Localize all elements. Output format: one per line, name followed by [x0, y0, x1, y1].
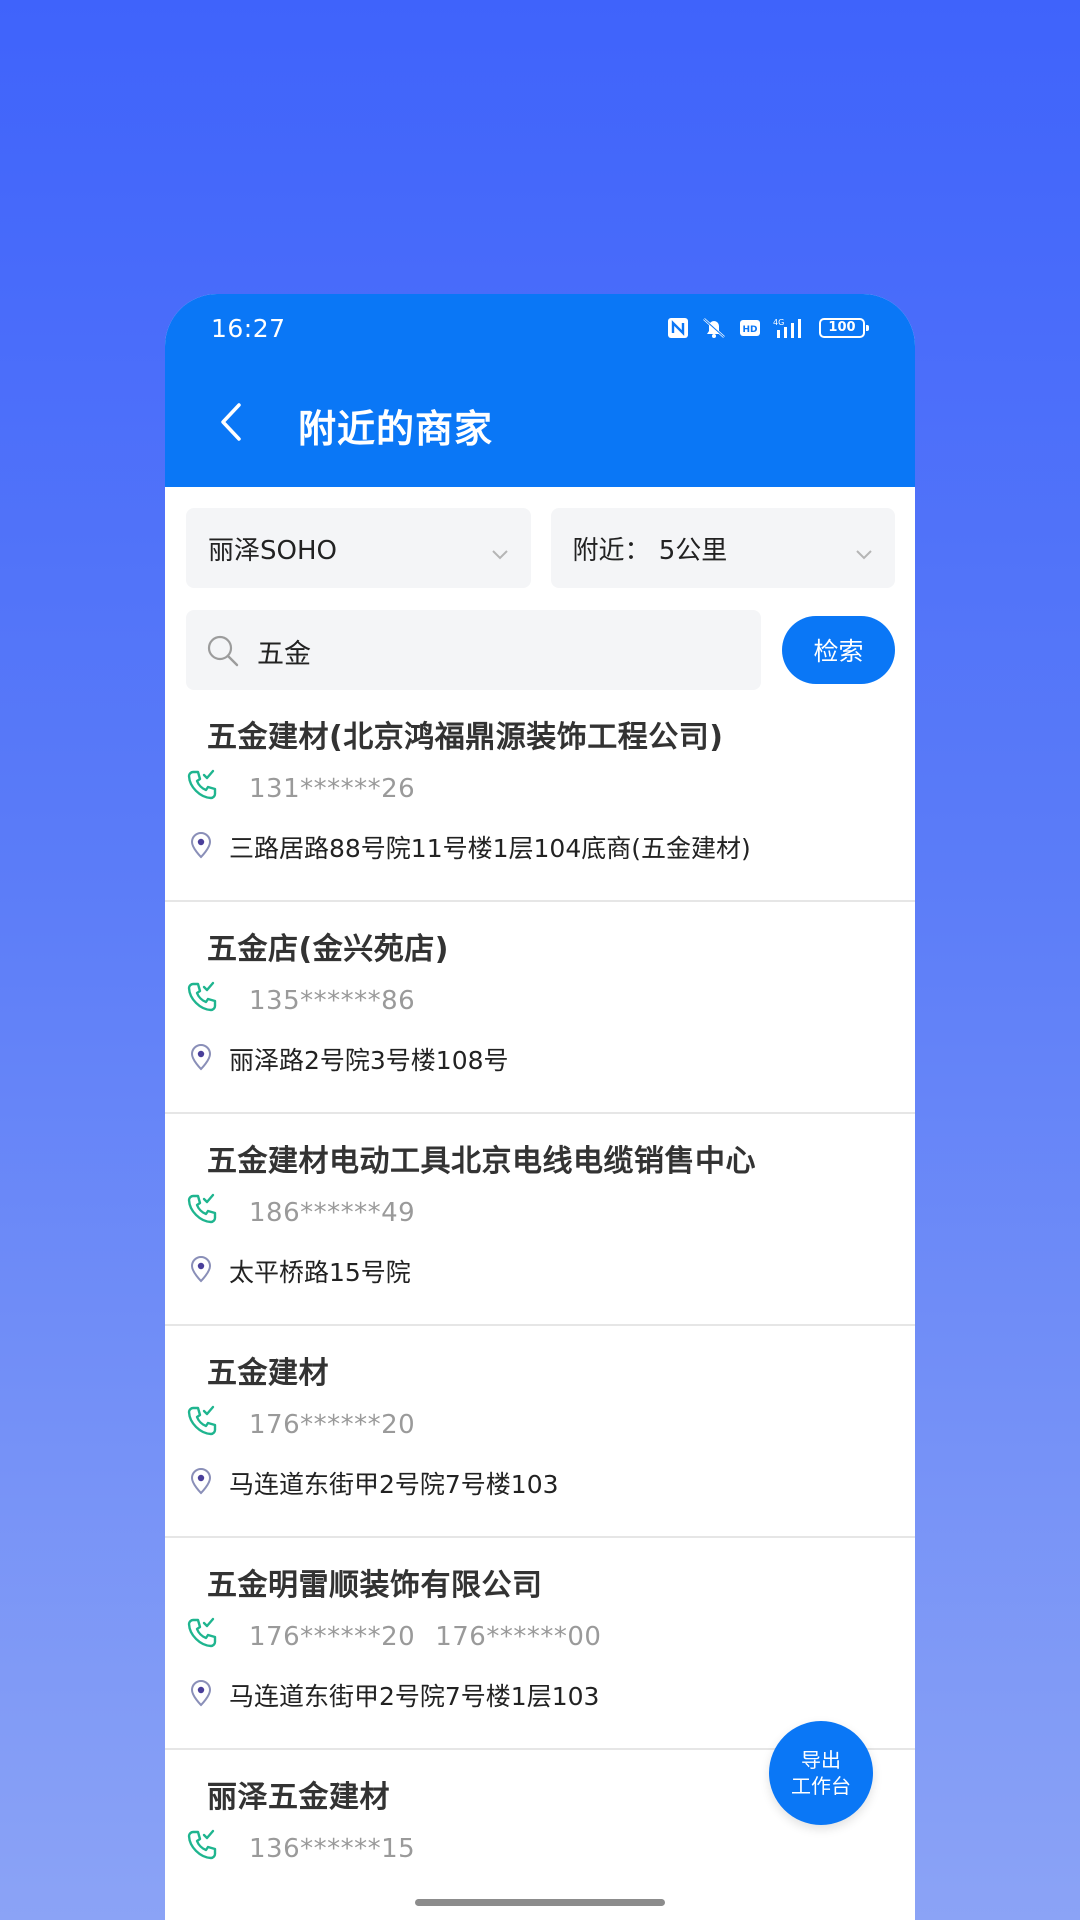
- phone-number[interactable]: 176******20: [249, 1410, 415, 1440]
- search-row: 五金 检索: [186, 610, 895, 690]
- list-item[interactable]: 五金店(金兴苑店) 135******86 丽泽路2号院3号楼108号: [165, 902, 915, 1114]
- merchant-name: 五金建材: [207, 1356, 329, 1391]
- phone-call-icon[interactable]: [185, 1404, 219, 1442]
- location-pin-icon: [189, 1043, 213, 1075]
- merchant-address: 三路居路88号院11号楼1层104底商(五金建材): [229, 834, 751, 863]
- chevron-down-icon: [491, 538, 509, 568]
- svg-text:HD: HD: [742, 325, 757, 335]
- merchant-name: 丽泽五金建材: [207, 1780, 390, 1815]
- status-bar: 16:27 HD 4G 100: [165, 294, 915, 362]
- list-item[interactable]: 五金建材(北京鸿福鼎源装饰工程公司) 131******26 三路居路88号院1…: [165, 690, 915, 902]
- svg-text:4G: 4G: [773, 318, 784, 327]
- fab-label-line2: 工作台: [791, 1774, 851, 1798]
- phone-numbers: 176******20: [249, 1410, 415, 1440]
- back-button[interactable]: [211, 402, 251, 446]
- search-input-value: 五金: [257, 639, 311, 670]
- merchant-address: 太平桥路15号院: [229, 1258, 411, 1287]
- list-item[interactable]: 五金建材 176******20 马连道东街甲2号院7号楼103: [165, 1326, 915, 1538]
- phone-call-icon[interactable]: [185, 1192, 219, 1230]
- signal-4g-icon: 4G: [773, 316, 807, 340]
- status-icons: HD 4G 100: [667, 316, 869, 340]
- search-button[interactable]: 检索: [782, 616, 895, 684]
- status-time: 16:27: [211, 314, 286, 343]
- fab-label-line1: 导出: [801, 1748, 841, 1772]
- phone-numbers: 131******26: [249, 774, 415, 804]
- chevron-left-icon: [219, 402, 243, 446]
- list-item[interactable]: 五金建材电动工具北京电线电缆销售中心 186******49 太平桥路15号院: [165, 1114, 915, 1326]
- merchant-address: 马连道东街甲2号院7号楼103: [229, 1470, 559, 1499]
- app-bar: 附近的商家: [165, 362, 915, 487]
- search-icon: [206, 634, 240, 672]
- merchant-name: 五金明雷顺装饰有限公司: [207, 1568, 543, 1603]
- nfc-icon: [667, 317, 689, 339]
- location-pin-icon: [189, 1255, 213, 1287]
- phone-number[interactable]: 176******00: [435, 1622, 601, 1652]
- merchant-address: 丽泽路2号院3号楼108号: [229, 1046, 509, 1075]
- phone-call-icon[interactable]: [185, 1828, 219, 1866]
- phone-numbers: 135******86: [249, 986, 415, 1016]
- phone-call-icon[interactable]: [185, 768, 219, 806]
- phone-numbers: 176******20 176******00: [249, 1622, 601, 1652]
- hd-icon: HD: [739, 318, 761, 338]
- list-item[interactable]: 五金明雷顺装饰有限公司 176******20 176******00 马连道东街…: [165, 1538, 915, 1750]
- merchant-name: 五金店(金兴苑店): [207, 932, 449, 967]
- export-workbench-button[interactable]: 导出 工作台: [769, 1721, 873, 1825]
- phone-numbers: 186******49: [249, 1198, 415, 1228]
- merchant-name: 五金建材电动工具北京电线电缆销售中心: [207, 1144, 756, 1179]
- phone-call-icon[interactable]: [185, 980, 219, 1018]
- location-dropdown[interactable]: 丽泽SOHO: [186, 508, 531, 588]
- search-input[interactable]: 五金: [186, 610, 761, 690]
- phone-number[interactable]: 176******20: [249, 1622, 415, 1652]
- phone-numbers: 136******15: [249, 1834, 415, 1864]
- filter-row: 丽泽SOHO 附近： 5公里: [186, 508, 895, 588]
- merchant-address: 马连道东街甲2号院7号楼1层103: [229, 1682, 600, 1711]
- phone-number[interactable]: 186******49: [249, 1198, 415, 1228]
- battery-icon: 100: [819, 318, 869, 338]
- distance-dropdown[interactable]: 附近： 5公里: [550, 508, 895, 588]
- phone-call-icon[interactable]: [185, 1616, 219, 1654]
- location-pin-icon: [189, 831, 213, 863]
- location-pin-icon: [189, 1467, 213, 1499]
- location-pin-icon: [189, 1679, 213, 1711]
- home-indicator[interactable]: [415, 1899, 665, 1906]
- location-dropdown-value: 丽泽SOHO: [208, 535, 337, 566]
- chevron-down-icon: [855, 538, 873, 568]
- phone-number[interactable]: 135******86: [249, 986, 415, 1016]
- mute-icon: [701, 316, 727, 340]
- merchant-name: 五金建材(北京鸿福鼎源装饰工程公司): [207, 720, 724, 755]
- phone-number[interactable]: 131******26: [249, 774, 415, 804]
- phone-number[interactable]: 136******15: [249, 1834, 415, 1864]
- distance-dropdown-value: 附近： 5公里: [572, 535, 728, 566]
- page-title: 附近的商家: [298, 407, 494, 451]
- phone-screen: 16:27 HD 4G 100 附近的商家 丽泽SOHO 附近： 5公里 五金 …: [165, 294, 915, 1920]
